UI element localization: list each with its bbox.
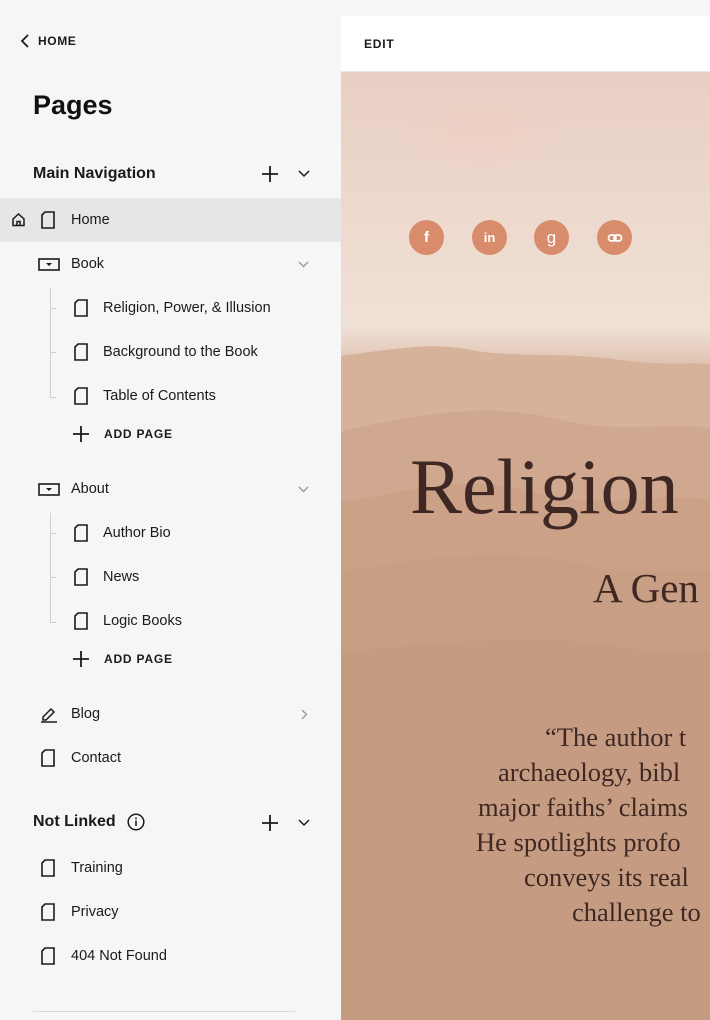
- back-home-button[interactable]: HOME: [20, 34, 76, 48]
- add-page-label: ADD PAGE: [104, 427, 173, 441]
- info-icon[interactable]: [127, 813, 145, 831]
- main-navigation-header: Main Navigation: [33, 160, 323, 188]
- page-icon: [74, 524, 88, 542]
- page-icon: [74, 568, 88, 586]
- page-label: Background to the Book: [103, 344, 258, 360]
- folder-icon: [38, 483, 60, 496]
- folder-label: Book: [71, 256, 105, 272]
- chevron-down-icon[interactable]: [297, 258, 310, 271]
- hero-subtitle: A Gen: [593, 565, 699, 611]
- chain-link-icon: [607, 233, 622, 242]
- page-icon: [41, 903, 55, 921]
- quote-line: challenge to: [572, 897, 701, 927]
- home-icon: [12, 212, 25, 227]
- quote-line: archaeology, bibl: [498, 757, 681, 787]
- page-item-training[interactable]: Training: [0, 846, 341, 890]
- page-label: Home: [71, 212, 110, 228]
- site-preview[interactable]: EDIT f in g Religion A Gen “The author t…: [341, 16, 710, 1020]
- facebook-icon[interactable]: f: [409, 220, 444, 255]
- chevron-down-icon[interactable]: [297, 167, 311, 181]
- page-label: Blog: [71, 706, 101, 722]
- folder-icon: [38, 258, 60, 271]
- chevron-left-icon: [20, 34, 29, 48]
- page-label: Author Bio: [103, 525, 171, 541]
- edit-button[interactable]: EDIT: [364, 37, 395, 51]
- main-navigation-label: Main Navigation: [33, 165, 156, 182]
- folder-item-about[interactable]: About: [0, 467, 341, 511]
- panel-title: Pages: [33, 90, 113, 120]
- page-item-background-to-the-book[interactable]: Background to the Book: [0, 330, 341, 374]
- page-icon: [74, 387, 88, 405]
- chevron-down-icon[interactable]: [297, 483, 310, 496]
- pages-sidebar: HOME Pages Main Navigation Home Book Rel…: [0, 0, 341, 1020]
- page-label: Table of Contents: [103, 388, 216, 404]
- page-item-logic-books[interactable]: Logic Books: [0, 599, 341, 643]
- page-icon: [41, 859, 55, 877]
- page-icon: [41, 947, 55, 965]
- chevron-right-icon[interactable]: [298, 708, 311, 721]
- quote-line: “The author t: [545, 722, 687, 752]
- divider: [33, 1011, 295, 1012]
- quote-line: conveys its real: [524, 862, 689, 892]
- goodreads-icon[interactable]: g: [534, 220, 569, 255]
- plus-icon: [73, 651, 89, 667]
- page-icon: [74, 612, 88, 630]
- add-page-button[interactable]: ADD PAGE: [72, 648, 173, 670]
- add-page-plus-icon[interactable]: [261, 814, 279, 832]
- add-page-button[interactable]: ADD PAGE: [72, 423, 173, 445]
- add-page-label: ADD PAGE: [104, 652, 173, 666]
- page-label: Logic Books: [103, 613, 182, 629]
- not-linked-label: Not Linked: [33, 813, 116, 830]
- page-icon: [74, 299, 88, 317]
- page-item-table-of-contents[interactable]: Table of Contents: [0, 374, 341, 418]
- back-label: HOME: [38, 34, 77, 48]
- page-icon: [41, 749, 55, 767]
- hero-section: f in g Religion A Gen “The author t arch…: [341, 72, 710, 1020]
- page-item-blog[interactable]: Blog: [0, 692, 341, 736]
- page-item-religion-power-illusion[interactable]: Religion, Power, & Illusion: [0, 286, 341, 330]
- page-item-news[interactable]: News: [0, 555, 341, 599]
- blog-pen-icon: [41, 707, 57, 723]
- chevron-down-icon[interactable]: [297, 816, 311, 830]
- link-icon[interactable]: [597, 220, 632, 255]
- page-item-privacy[interactable]: Privacy: [0, 890, 341, 934]
- page-label: 404 Not Found: [71, 948, 167, 964]
- folder-label: About: [71, 481, 109, 497]
- quote-line: He spotlights profo: [476, 827, 681, 857]
- folder-item-book[interactable]: Book: [0, 242, 341, 286]
- quote-line: major faiths’ claims: [478, 792, 688, 822]
- page-item-contact[interactable]: Contact: [0, 736, 341, 780]
- page-label: Religion, Power, & Illusion: [103, 300, 271, 316]
- preview-toolbar: EDIT: [341, 16, 710, 72]
- linkedin-icon[interactable]: in: [472, 220, 507, 255]
- add-page-plus-icon[interactable]: [261, 165, 279, 183]
- page-icon: [74, 343, 88, 361]
- page-label: News: [103, 569, 140, 585]
- page-icon: [41, 211, 55, 229]
- not-linked-header: Not Linked: [33, 808, 323, 836]
- page-label: Privacy: [71, 904, 119, 920]
- page-label: Contact: [71, 750, 121, 766]
- page-label: Training: [71, 860, 123, 876]
- plus-icon: [73, 426, 89, 442]
- page-item-home[interactable]: Home: [0, 198, 341, 242]
- page-item-author-bio[interactable]: Author Bio: [0, 511, 341, 555]
- page-item-404-not-found[interactable]: 404 Not Found: [0, 934, 341, 978]
- hero-title: Religion: [410, 443, 679, 530]
